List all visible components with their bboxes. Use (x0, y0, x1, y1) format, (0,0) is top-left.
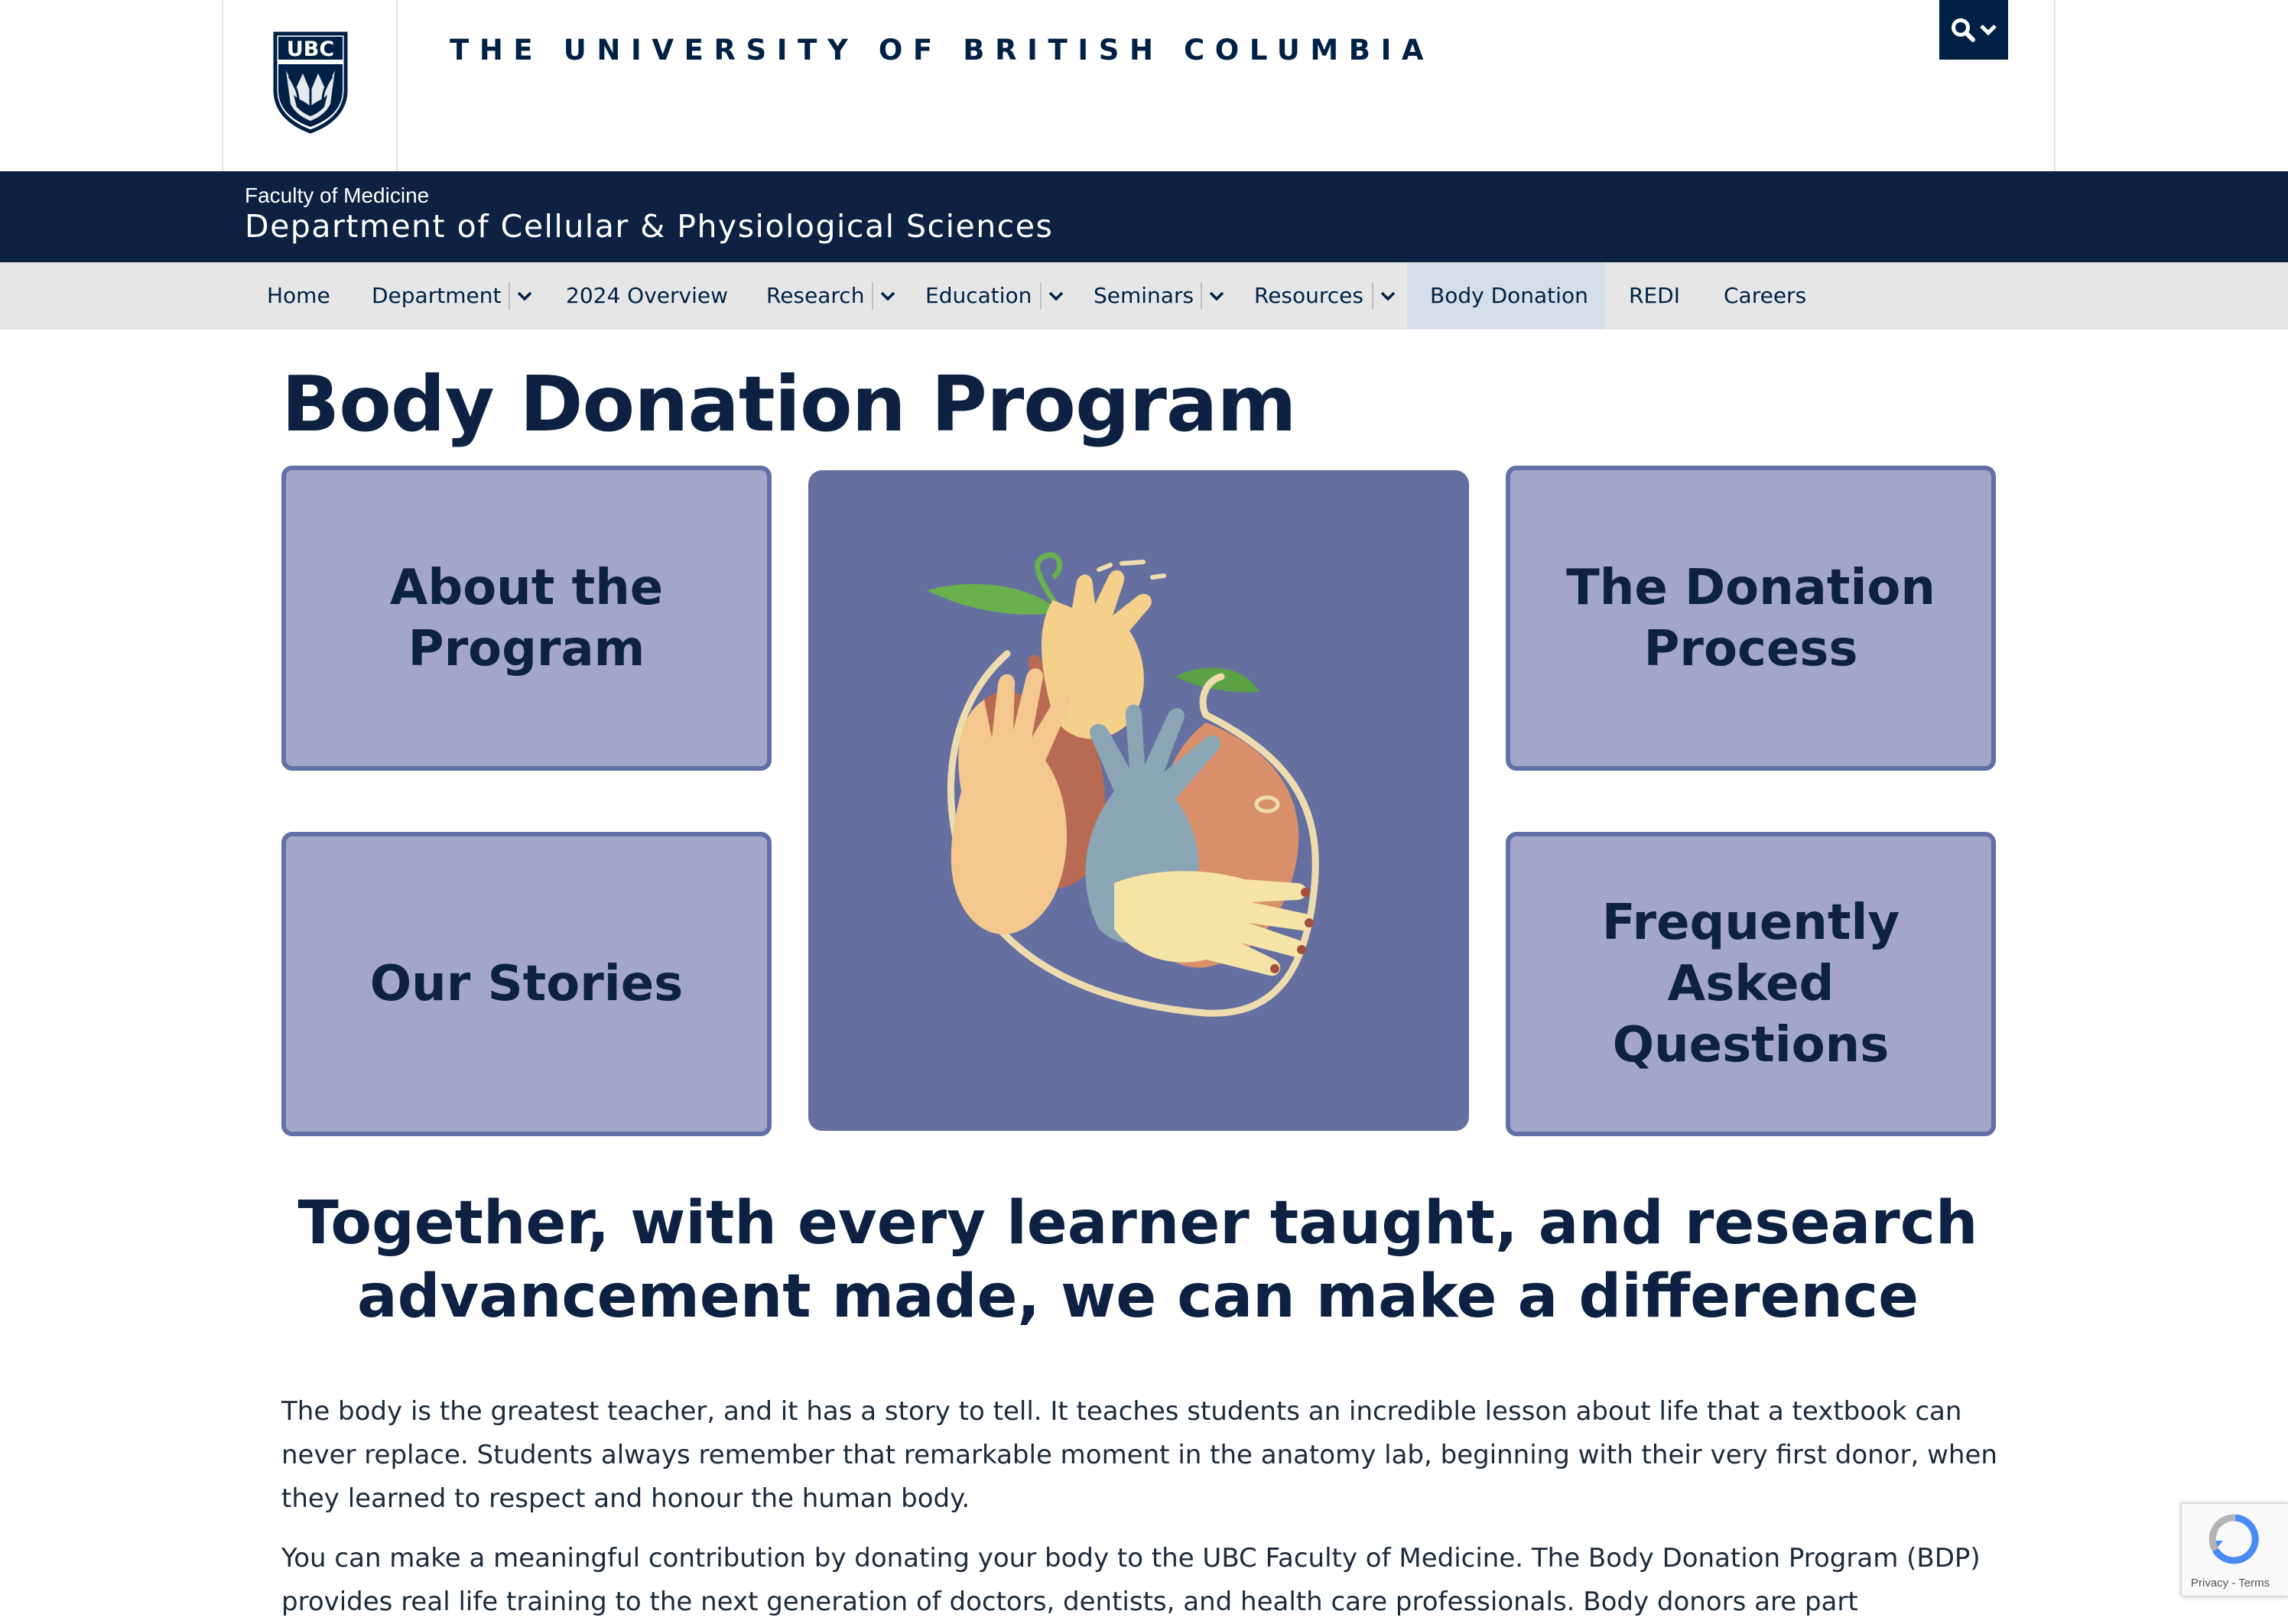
about-program-tile[interactable]: About the Program (281, 466, 772, 771)
recaptcha-links[interactable]: Privacy - Terms (2191, 1577, 2270, 1590)
accent-marks (1097, 560, 1166, 580)
nav-item-careers[interactable]: Careers (1704, 262, 1826, 330)
nav-item-education[interactable]: Education (907, 262, 1050, 330)
leaf-left (927, 583, 1061, 615)
chevron-down-icon (880, 291, 895, 301)
nail (1297, 945, 1306, 954)
chevron-down-icon (1980, 24, 1997, 36)
main-nav: Home Department 2024 Overview Research E… (0, 262, 2288, 330)
nav-dropdown-seminars[interactable] (1201, 282, 1231, 310)
nav-item-redi[interactable]: REDI (1609, 262, 1700, 330)
university-name[interactable]: THE UNIVERSITY OF BRITISH COLUMBIA (450, 34, 1434, 67)
recaptcha-badge[interactable]: Privacy - Terms (2181, 1503, 2288, 1596)
nav-item-department[interactable]: Department (352, 262, 521, 330)
tile-label: Frequently Asked Questions (1601, 895, 1900, 1073)
nav-item-body-donation[interactable]: Body Donation (1407, 262, 1606, 330)
tagline-heading: Together, with every learner taught, and… (297, 1189, 1978, 1331)
contribution-paragraph: You can make a meaningful contribution b… (281, 1543, 1981, 1617)
chevron-down-icon (1048, 291, 1064, 301)
nav-item-research[interactable]: Research (748, 262, 882, 330)
chevron-down-icon (517, 291, 532, 301)
chevron-down-icon (1380, 291, 1396, 301)
recaptcha-icon (2208, 1514, 2259, 1564)
faculty-name[interactable]: Faculty of Medicine (245, 184, 429, 208)
nav-item-resources[interactable]: Resources (1236, 262, 1382, 330)
intro-paragraph: The body is the greatest teacher, and it… (281, 1396, 1997, 1514)
ubc-crest-icon: UBC (273, 31, 348, 134)
nav-dropdown-department[interactable] (509, 282, 539, 310)
tile-label: About the Program (389, 559, 664, 677)
ubc-header: UBC THE UNIVERSITY OF BRITISH COLUMBIA (0, 0, 2288, 171)
nav-dropdown-research[interactable] (872, 282, 902, 310)
page-title: Body Donation Program (281, 359, 1297, 449)
our-stories-tile[interactable]: Our Stories (281, 832, 772, 1136)
hero-illustration (808, 470, 1469, 1131)
tile-label: The Donation Process (1566, 559, 1935, 677)
nail (1270, 964, 1279, 973)
search-icon (1952, 18, 1975, 42)
search-toggle-button[interactable] (1939, 0, 2008, 60)
nail (1305, 918, 1314, 927)
hands-heart-illustration (927, 552, 1319, 1017)
nav-dropdown-resources[interactable] (1372, 282, 1402, 310)
department-name[interactable]: Department of Cellular & Physiological S… (245, 208, 1053, 245)
nav-dropdown-education[interactable] (1040, 282, 1071, 310)
nav-item-seminars[interactable]: Seminars (1075, 262, 1212, 330)
donation-process-tile[interactable]: The Donation Process (1506, 466, 1996, 771)
header-divider (2054, 0, 2056, 171)
crest-text: UBC (287, 37, 334, 61)
ubc-crest-link[interactable]: UBC (222, 0, 398, 171)
unit-band: Faculty of Medicine Department of Cellul… (0, 171, 2288, 262)
nav-item-2024-overview[interactable]: 2024 Overview (548, 262, 746, 330)
faq-tile[interactable]: Frequently Asked Questions (1506, 832, 1996, 1136)
tile-label: Our Stories (369, 956, 684, 1012)
nav-item-home[interactable]: Home (246, 262, 351, 330)
chevron-down-icon (1209, 291, 1224, 301)
nail (1301, 888, 1310, 897)
hand-cream (1114, 871, 1314, 976)
